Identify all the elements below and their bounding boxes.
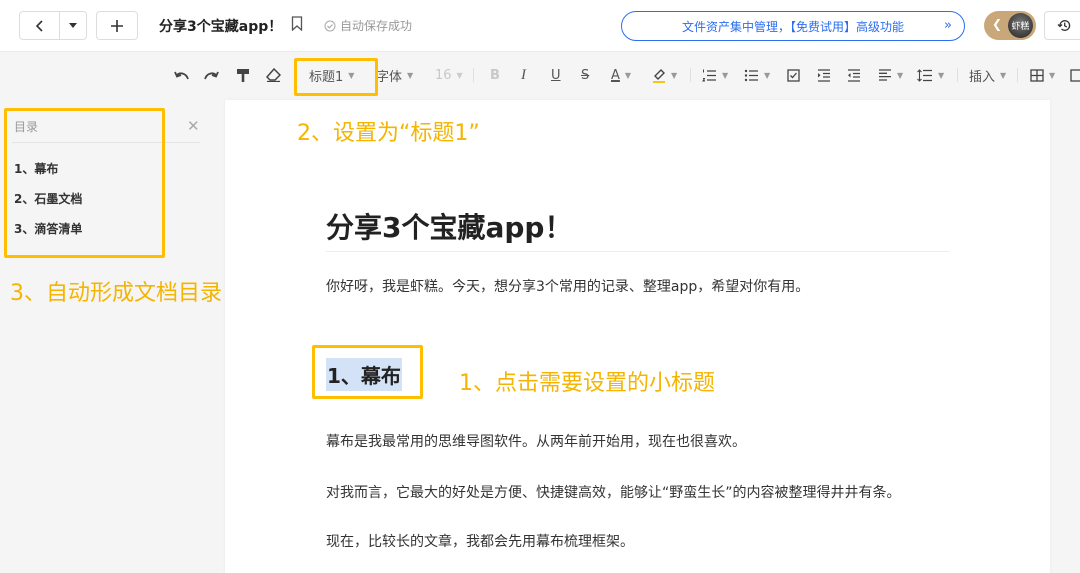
caret-down-icon: ▼ — [1049, 70, 1056, 80]
redo-icon — [204, 71, 219, 80]
format-painter-icon — [237, 68, 249, 82]
chevron-left-icon: ❮ — [992, 17, 1003, 31]
avatar: 虾糕 — [1008, 13, 1033, 38]
promo-banner[interactable]: 文件资产集中管理，【免费试用】高级功能 » — [621, 11, 965, 41]
caret-down-icon — [69, 22, 77, 28]
caret-down-icon: ▼ — [407, 70, 414, 80]
redo-button[interactable] — [203, 66, 219, 84]
toolbar-divider — [473, 68, 474, 82]
annotation-box-toc — [4, 108, 165, 258]
checklist-button[interactable] — [787, 66, 800, 84]
indent-icon — [818, 68, 830, 82]
italic-button[interactable]: I — [521, 66, 526, 84]
caret-down-icon: ▼ — [722, 70, 729, 80]
bullet-list-icon — [744, 69, 758, 81]
caret-down-icon: ▼ — [1000, 70, 1007, 80]
font-size-select[interactable]: 16 ▼ — [435, 66, 463, 84]
top-bar: 分享3个宝藏app！ 自动保存成功 文件资产集中管理，【免费试用】高级功能 » … — [0, 0, 1080, 52]
caret-down-icon: ▼ — [938, 70, 945, 80]
caret-down-icon: ▼ — [624, 70, 632, 80]
ordered-list-button[interactable]: ▼ — [702, 66, 728, 84]
code-block-icon — [1070, 68, 1080, 82]
bookmark-icon — [291, 16, 303, 32]
history-icon — [1057, 20, 1070, 31]
caret-down-icon: ▼ — [671, 70, 678, 80]
document-page[interactable]: 分享3个宝藏app！ 你好呀，我是虾糕。今天，想分享3个常用的记录、整理app，… — [225, 100, 1050, 573]
body-paragraph[interactable]: 对我而言，它最大的好处是方便、快捷键高效，能够让“野蛮生长”的内容被整理得井井有… — [326, 482, 901, 502]
strikethrough-button[interactable]: S — [581, 66, 589, 84]
underline-button[interactable]: U — [551, 66, 561, 84]
nav-group — [19, 11, 87, 40]
more-tools-button[interactable] — [1070, 66, 1080, 84]
toolbar-divider — [957, 68, 958, 82]
align-button[interactable]: ▼ — [878, 66, 903, 84]
caret-down-icon: ▼ — [897, 70, 904, 80]
highlight-button[interactable]: ▼ — [652, 66, 677, 84]
bullet-list-button[interactable]: ▼ — [744, 66, 770, 84]
history-button[interactable] — [1044, 11, 1080, 40]
line-height-button[interactable]: ▼ — [917, 66, 944, 84]
ordered-list-icon — [702, 69, 716, 81]
caret-down-icon: ▼ — [764, 70, 771, 80]
double-chevron-right-icon: » — [944, 18, 952, 33]
indent-button[interactable] — [817, 66, 831, 84]
annotation-box-heading — [312, 345, 423, 399]
save-status-text: 自动保存成功 — [340, 19, 413, 33]
clear-format-button[interactable] — [266, 66, 281, 84]
align-left-icon — [879, 69, 891, 81]
save-status: 自动保存成功 — [324, 17, 412, 34]
line-height-icon — [917, 68, 932, 82]
chevron-left-icon — [35, 19, 43, 32]
font-size-value: 16 — [435, 67, 452, 83]
document-title[interactable]: 分享3个宝藏app！ — [159, 16, 282, 36]
font-color-button[interactable]: A ▼ — [611, 66, 631, 84]
annotation-step-3: 3、自动形成文档目录 — [10, 281, 222, 306]
toolbar-divider — [690, 68, 691, 82]
table-icon — [1030, 68, 1044, 82]
undo-icon — [174, 71, 189, 80]
promo-text: 文件资产集中管理，【免费试用】高级功能 — [681, 19, 904, 34]
insert-menu[interactable]: 插入 ▼ — [969, 66, 1007, 85]
new-document-button[interactable] — [96, 11, 138, 40]
annotation-step-1: 1、点击需要设置的小标题 — [459, 371, 715, 396]
font-color-icon: A — [611, 67, 620, 83]
checkbox-icon — [787, 68, 800, 82]
user-menu[interactable]: ❮ 虾糕 — [984, 11, 1036, 40]
history-dropdown-button[interactable] — [60, 12, 86, 39]
close-icon[interactable]: ✕ — [187, 117, 200, 135]
highlighter-icon — [653, 69, 665, 83]
body-paragraph[interactable]: 幕布是我最常用的思维导图软件。从两年前开始用，现在也很喜欢。 — [326, 431, 746, 451]
bold-button[interactable]: B — [490, 66, 500, 84]
outdent-icon — [848, 68, 860, 82]
font-family-select[interactable]: 字体 ▼ — [376, 66, 414, 85]
font-family-value: 字体 — [376, 69, 403, 85]
toolbar-divider — [1017, 68, 1018, 82]
body-paragraph[interactable]: 现在，比较长的文章，我都会先用幕布梳理框架。 — [326, 531, 634, 551]
table-button[interactable]: ▼ — [1030, 66, 1055, 84]
document-heading-1[interactable]: 分享3个宝藏app！ — [326, 206, 572, 246]
insert-label: 插入 — [969, 69, 996, 85]
back-button[interactable] — [20, 12, 60, 39]
format-painter-button[interactable] — [236, 66, 250, 84]
outdent-button[interactable] — [847, 66, 861, 84]
check-circle-icon — [324, 20, 336, 31]
heading-divider — [326, 251, 950, 252]
plus-icon — [111, 19, 123, 32]
annotation-step-2: 2、设置为“标题1” — [297, 121, 480, 146]
format-toolbar: 标题1 ▼ 字体 ▼ 16 ▼ B I U S A ▼ ▼ ▼ ▼ ▼ ▼ 插入… — [0, 52, 1080, 98]
eraser-icon — [266, 68, 281, 82]
annotation-box-style-select — [294, 58, 378, 96]
intro-paragraph[interactable]: 你好呀，我是虾糕。今天，想分享3个常用的记录、整理app，希望对你有用。 — [326, 276, 809, 296]
bookmark-button[interactable] — [291, 16, 303, 35]
undo-button[interactable] — [174, 66, 190, 84]
caret-down-icon: ▼ — [456, 70, 463, 80]
